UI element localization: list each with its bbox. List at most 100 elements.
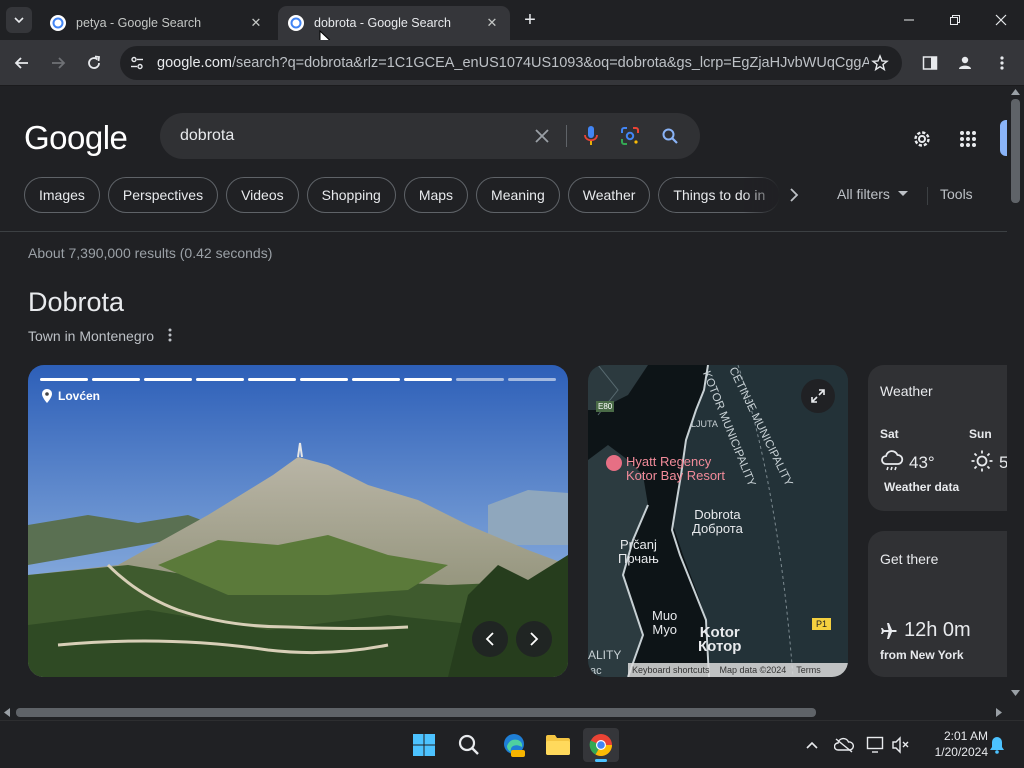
horizontal-scroll-thumb[interactable]: [16, 708, 816, 717]
weather-day: Sat: [880, 427, 899, 441]
weather-data-link[interactable]: Weather data: [884, 480, 959, 494]
close-icon: [995, 14, 1007, 26]
site-info-icon[interactable]: [129, 55, 145, 71]
divider: [927, 187, 928, 205]
map-terms-link[interactable]: Terms: [796, 665, 821, 675]
chips-scroll-right-button[interactable]: [783, 183, 805, 207]
google-logo[interactable]: Google: [24, 119, 128, 157]
vertical-scrollbar[interactable]: [1007, 87, 1024, 704]
forward-button[interactable]: [44, 49, 72, 77]
search-input[interactable]: [180, 125, 520, 147]
taskbar-file-explorer-button[interactable]: [540, 728, 576, 762]
weather-card[interactable]: Weather Sat Sun 43° 5 Weather data: [868, 365, 1007, 511]
close-icon: [535, 129, 549, 143]
result-stats: About 7,390,000 results (0.42 seconds): [28, 245, 273, 261]
chip-maps[interactable]: Maps: [403, 177, 469, 213]
carousel-progress: [40, 378, 556, 381]
get-there-card[interactable]: Get there 12h 0m from New York: [868, 531, 1007, 677]
close-window-button[interactable]: [989, 8, 1013, 32]
more-vert-icon: [1000, 56, 1004, 70]
taskbar-search-button[interactable]: [451, 728, 487, 762]
reload-button[interactable]: [80, 49, 108, 77]
volume-button[interactable]: [891, 735, 911, 755]
map-preview[interactable]: KOTOR MUNICIPALITY CETINJE MUNICIPALITY …: [588, 365, 848, 677]
photo-carousel[interactable]: Lovćen: [28, 365, 568, 677]
tab-petya[interactable]: petya - Google Search ✕: [40, 6, 274, 40]
chip-weather[interactable]: Weather: [567, 177, 651, 213]
browser-menu-button[interactable]: [988, 49, 1016, 77]
bookmark-button[interactable]: [866, 49, 894, 77]
clear-search-button[interactable]: [530, 124, 554, 148]
close-icon[interactable]: ✕: [248, 15, 264, 31]
map-expand-button[interactable]: [801, 379, 835, 413]
start-button[interactable]: [406, 728, 442, 762]
search-filter-chips: Images Perspectives Videos Shopping Maps…: [24, 177, 781, 213]
network-button[interactable]: [866, 735, 886, 755]
minimize-icon: [904, 19, 914, 21]
chevron-down-icon: [14, 17, 24, 24]
chip-videos[interactable]: Videos: [226, 177, 299, 213]
cloud-offline-icon: [834, 737, 854, 753]
carousel-prev-button[interactable]: [472, 621, 508, 657]
chip-things-to-do[interactable]: Things to do in: [658, 177, 781, 213]
search-submit-button[interactable]: [658, 124, 682, 148]
google-apps-button[interactable]: [953, 124, 983, 154]
url-text[interactable]: google.com/search?q=dobrota&rlz=1C1GCEA_…: [157, 55, 869, 71]
minimize-button[interactable]: [897, 8, 921, 32]
knowledge-panel-subtitle: Town in Montenegro: [28, 328, 155, 344]
carousel-next-button[interactable]: [516, 621, 552, 657]
chip-images[interactable]: Images: [24, 177, 100, 213]
profile-button[interactable]: [951, 49, 979, 77]
close-icon[interactable]: ✕: [484, 15, 500, 31]
onedrive-button[interactable]: [834, 735, 854, 755]
new-tab-button[interactable]: +: [518, 9, 542, 33]
back-button[interactable]: [8, 49, 36, 77]
weather-temp: 43°: [909, 453, 935, 472]
profile-icon: [959, 56, 971, 69]
taskbar-chrome-button[interactable]: [583, 728, 619, 762]
chip-shopping[interactable]: Shopping: [306, 177, 396, 213]
weather-day: Sun: [969, 427, 992, 441]
travel-duration: 12h 0m: [904, 619, 971, 641]
taskbar-clock[interactable]: 2:01 AM 1/20/2024: [918, 728, 988, 760]
tab-search-button[interactable]: [6, 7, 32, 33]
tab-dobrota[interactable]: dobrota - Google Search ✕: [278, 6, 510, 40]
vertical-scroll-thumb[interactable]: [1011, 99, 1020, 203]
restore-button[interactable]: [943, 8, 967, 32]
scroll-right-icon: [996, 708, 1002, 717]
account-avatar[interactable]: [1000, 120, 1007, 156]
notifications-button[interactable]: [987, 735, 1007, 755]
taskbar-edge-button[interactable]: [496, 728, 532, 762]
map-label-kotor: Kotor Котор: [698, 624, 742, 655]
search-box[interactable]: [160, 113, 700, 159]
tab-title: dobrota - Google Search: [314, 16, 451, 30]
url-path: /search?q=dobrota&rlz=1C1GCEA_enUS1074US…: [231, 55, 869, 71]
bell-icon: [990, 737, 1004, 754]
address-bar[interactable]: google.com/search?q=dobrota&rlz=1C1GCEA_…: [120, 46, 902, 80]
chevron-right-icon: [530, 632, 539, 646]
tab-title: petya - Google Search: [76, 16, 202, 30]
scroll-down-icon: [1011, 690, 1020, 696]
more-options-button[interactable]: [163, 326, 177, 344]
settings-button[interactable]: [907, 124, 937, 154]
side-panel-button[interactable]: [916, 49, 944, 77]
map-keyboard-shortcuts-link[interactable]: Keyboard shortcuts: [632, 665, 710, 675]
scroll-corner: [1007, 704, 1024, 720]
weather-temp: 5: [999, 453, 1007, 472]
chip-meaning[interactable]: Meaning: [476, 177, 560, 213]
microphone-icon: [584, 126, 598, 145]
lens-search-button[interactable]: [618, 124, 642, 148]
restore-icon: [950, 15, 960, 25]
horizontal-scrollbar[interactable]: [0, 704, 1007, 720]
scroll-left-icon: [4, 708, 10, 717]
chip-perspectives[interactable]: Perspectives: [107, 177, 219, 213]
voice-search-button[interactable]: [579, 124, 603, 148]
network-icon: [866, 736, 884, 753]
active-app-indicator: [595, 759, 607, 762]
photo-location-text: Lovćen: [58, 389, 101, 403]
tools-button[interactable]: Tools: [940, 186, 973, 202]
all-filters-button[interactable]: All filters: [837, 186, 908, 202]
photo-location-label: Lovćen: [42, 389, 100, 403]
show-hidden-icons-button[interactable]: [802, 735, 822, 755]
camera-lens-icon: [621, 127, 639, 145]
